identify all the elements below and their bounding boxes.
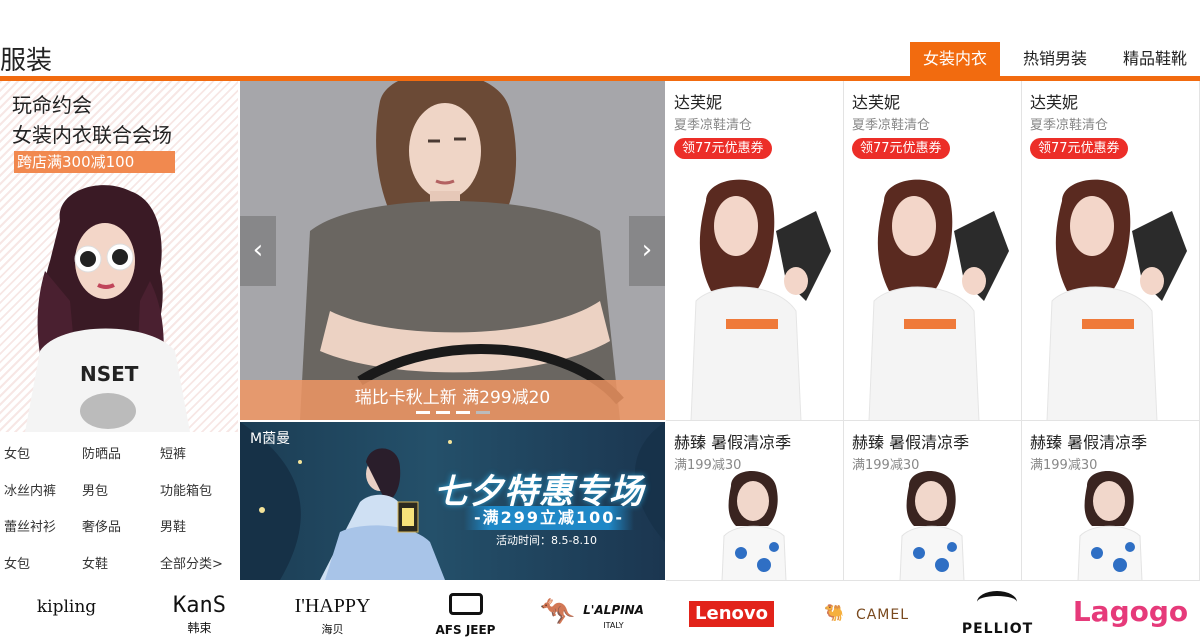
coupon-badge[interactable]: 领77元优惠券: [674, 138, 772, 159]
tab-mens-bestsellers[interactable]: 热销男装: [1010, 42, 1100, 76]
category-link[interactable]: 女包: [4, 443, 30, 462]
product-photo: [868, 179, 1009, 420]
brand-logo-afs-jeep[interactable]: AFS JEEP: [399, 583, 532, 641]
product-photo: [690, 179, 831, 420]
hero-carousel[interactable]: ‹ › 瑞比卡秋上新 满299减20: [240, 81, 665, 420]
brand-logo-ihappy[interactable]: I'HAPPY 海贝: [266, 583, 399, 641]
category-links: 女包 防晒品 短裤 冰丝内裤 男包 功能箱包 蕾丝衬衫 奢侈品 男鞋 女包 女鞋…: [0, 432, 238, 580]
wave-icon: [977, 591, 1017, 613]
carousel-next-button[interactable]: ›: [629, 216, 665, 286]
product-grid: 达芙妮 夏季凉鞋清仓 领77元优惠券 达芙妮 夏季凉鞋清仓 领77元优惠券 达芙…: [666, 81, 1200, 581]
brand-logo-strip: kipling KanS 韩束 I'HAPPY 海贝 AFS JEEP 🦘 L'…: [0, 583, 1200, 641]
carousel-dot[interactable]: [436, 411, 450, 414]
carousel-indicators: [416, 411, 490, 414]
jeep-icon: [449, 593, 483, 615]
product-subtitle: 夏季凉鞋清仓: [674, 118, 753, 133]
product-brand: 赫臻 暑假清凉季: [852, 433, 970, 452]
section-title: 服装: [0, 46, 53, 76]
section-header: 服装 女装内衣 热销男装 精品鞋靴: [0, 36, 1200, 78]
product-photo: [721, 471, 787, 580]
product-photo: [899, 471, 965, 580]
category-link[interactable]: 男包: [82, 480, 108, 499]
category-link[interactable]: 女包: [4, 553, 30, 572]
carousel-slide-photo: [240, 81, 665, 420]
carousel-dot[interactable]: [476, 411, 490, 414]
product-brand: 达芙妮: [674, 93, 723, 112]
product-card[interactable]: 达芙妮 夏季凉鞋清仓 领77元优惠券: [844, 81, 1022, 421]
chevron-left-icon: ‹: [252, 235, 264, 265]
promo-discount-tag: 跨店满300减100: [14, 151, 175, 173]
coupon-badge[interactable]: 领77元优惠券: [852, 138, 950, 159]
category-link[interactable]: 女鞋: [82, 553, 108, 572]
product-brand: 赫臻 暑假清凉季: [674, 433, 792, 452]
product-subtitle: 夏季凉鞋清仓: [852, 118, 931, 133]
product-card[interactable]: 达芙妮 夏季凉鞋清仓 领77元优惠券: [666, 81, 844, 421]
category-tabs: 女装内衣 热销男装 精品鞋靴: [909, 42, 1200, 76]
brand-logo-kans[interactable]: KanS 韩束: [133, 583, 266, 641]
carousel-dot[interactable]: [456, 411, 470, 414]
carousel-dot[interactable]: [416, 411, 430, 414]
product-photo: [1046, 179, 1187, 420]
category-link[interactable]: 奢侈品: [82, 516, 121, 535]
coupon-badge[interactable]: 领77元优惠券: [1030, 138, 1128, 159]
banner-brand-logo: M茵曼: [250, 431, 291, 447]
brand-logo-lalpina[interactable]: 🦘 L'ALPINA ITALY: [532, 583, 665, 641]
product-photo: [1077, 471, 1143, 580]
promo-banner-inman[interactable]: M茵曼 七夕特惠专场 -满299立减100- 活动时间：8.5-8.10: [240, 422, 665, 580]
all-categories-link[interactable]: 全部分类>: [160, 553, 223, 572]
product-subtitle: 夏季凉鞋清仓: [1030, 118, 1109, 133]
tab-womens-underwear[interactable]: 女装内衣: [909, 42, 1000, 76]
brand-logo-lagogo[interactable]: Lagogo: [1064, 583, 1197, 641]
brand-logo-camel[interactable]: 🐫 CAMEL: [798, 583, 931, 641]
product-brand: 达芙妮: [1030, 93, 1079, 112]
brand-logo-lenovo[interactable]: Lenovo: [665, 583, 798, 641]
product-brand: 赫臻 暑假清凉季: [1030, 433, 1148, 452]
product-card[interactable]: 赫臻 暑假清凉季 满199减30: [1022, 421, 1200, 581]
banner-offer: -满299立减100-: [464, 506, 634, 530]
carousel-prev-button[interactable]: ‹: [240, 216, 276, 286]
category-link[interactable]: 功能箱包: [160, 480, 212, 499]
banner-date: 活动时间：8.5-8.10: [496, 534, 597, 547]
product-card[interactable]: 赫臻 暑假清凉季 满199减30: [844, 421, 1022, 581]
product-card[interactable]: 达芙妮 夏季凉鞋清仓 领77元优惠券: [1022, 81, 1200, 421]
category-link[interactable]: 男鞋: [160, 516, 186, 535]
category-link[interactable]: 防晒品: [82, 443, 121, 462]
promo-subtitle: 女装内衣联合会场: [12, 123, 172, 147]
product-brand: 达芙妮: [852, 93, 901, 112]
category-link[interactable]: 蕾丝衬衫: [4, 516, 56, 535]
shirt-print-text: NSET: [80, 362, 139, 386]
product-card[interactable]: 赫臻 暑假清凉季 满199减30: [666, 421, 844, 581]
left-promo-banner[interactable]: 玩命约会 女装内衣联合会场 跨店满300减100 NSET: [0, 81, 238, 432]
model-photo: NSET: [25, 185, 190, 432]
brand-logo-pelliot[interactable]: PELLIOT: [931, 583, 1064, 641]
category-link[interactable]: 冰丝内裤: [4, 480, 56, 499]
tab-shoes[interactable]: 精品鞋靴: [1110, 42, 1200, 76]
carousel-caption: 瑞比卡秋上新 满299减20: [240, 380, 665, 420]
category-link[interactable]: 短裤: [160, 443, 186, 462]
chevron-right-icon: ›: [641, 235, 653, 265]
promo-title: 玩命约会: [12, 93, 92, 117]
brand-logo-kipling[interactable]: kipling: [0, 583, 133, 641]
